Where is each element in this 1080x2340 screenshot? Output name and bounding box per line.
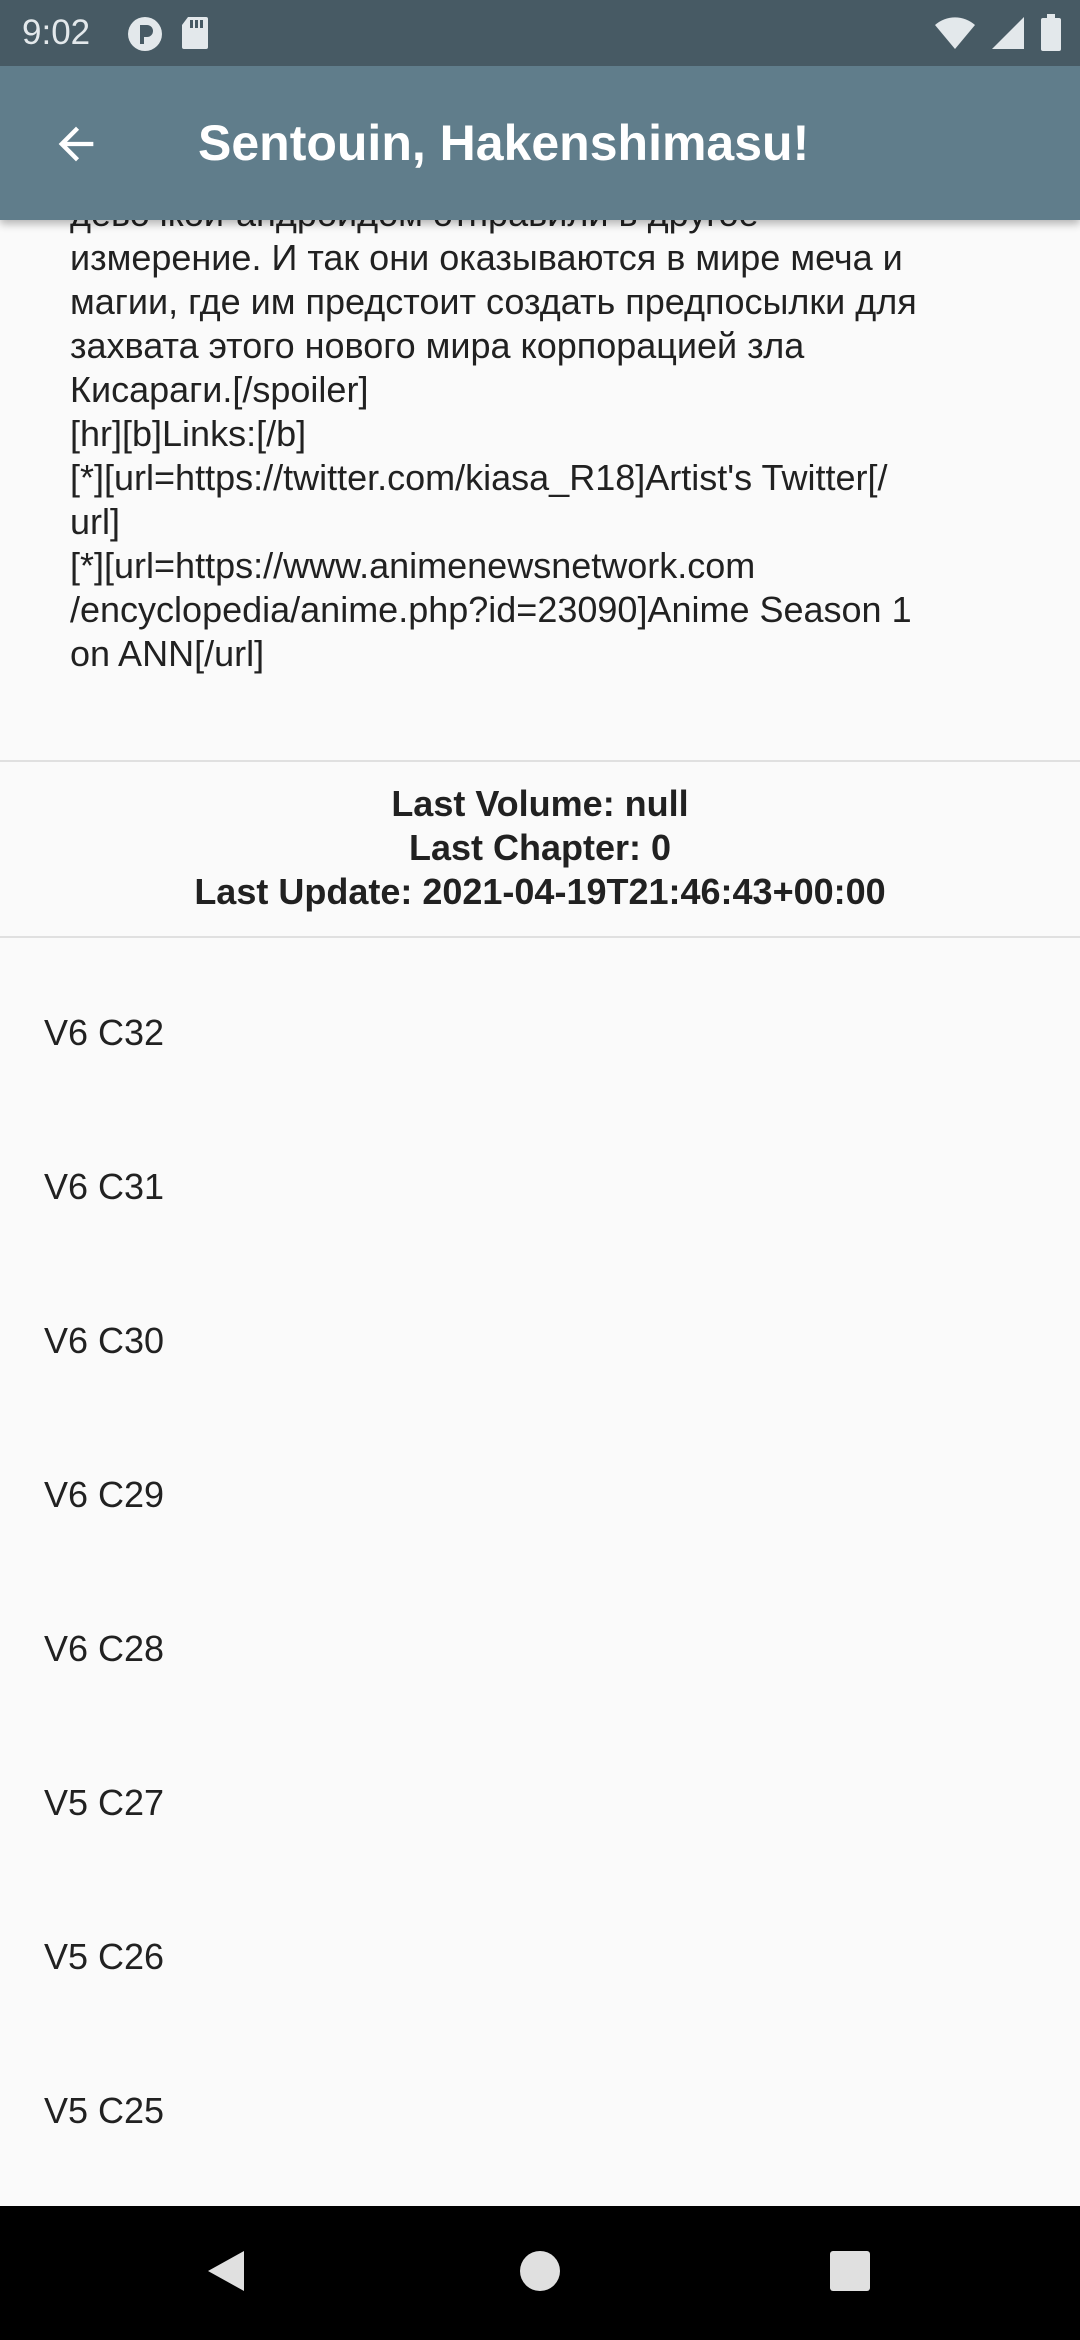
chapter-label: V6 C30: [44, 1320, 165, 1361]
chapter-item[interactable]: V6 C30: [0, 1264, 1080, 1418]
battery-icon: [1040, 14, 1062, 57]
chapter-label: V6 C32: [44, 1012, 165, 1053]
back-triangle-icon: [204, 2248, 248, 2299]
chapter-label: V5 C26: [44, 1936, 165, 1977]
chapter-item[interactable]: V6 C32: [0, 956, 1080, 1110]
last-volume: Last Volume: null: [391, 783, 689, 824]
chapter-item[interactable]: V6 C31: [0, 1110, 1080, 1264]
chapter-item[interactable]: V6 C28: [0, 1572, 1080, 1726]
manga-description: девочкой-андроидом отправили в другое из…: [70, 220, 917, 674]
recents-square-icon: [829, 2250, 871, 2297]
chapter-label: V5 C25: [44, 2090, 165, 2131]
status-bar: 9:02: [0, 0, 1080, 66]
nav-recents-button[interactable]: [820, 2243, 880, 2303]
divider-top: [0, 760, 1080, 762]
system-nav-bar: [0, 2206, 1080, 2340]
back-button[interactable]: [40, 110, 112, 182]
chapter-item[interactable]: V5 C25: [0, 2034, 1080, 2188]
chapter-label: V5 C27: [44, 1782, 165, 1823]
manga-info: Last Volume: null Last Chapter: 0 Last U…: [0, 782, 1080, 914]
status-left-icons: [126, 15, 210, 58]
chapter-label: V6 C28: [44, 1628, 165, 1669]
page-title: Sentouin, Hakenshimasu!: [198, 115, 810, 171]
arrow-back-icon: [50, 118, 102, 175]
manga-detail-content[interactable]: девочкой-андроидом отправили в другое из…: [0, 220, 1080, 2206]
notification-p-icon: [126, 15, 164, 58]
chapter-label: V6 C31: [44, 1166, 165, 1207]
last-chapter: Last Chapter: 0: [408, 827, 672, 868]
wifi-icon: [934, 15, 976, 56]
chapter-item[interactable]: V6 C29: [0, 1418, 1080, 1572]
status-time: 9:02: [22, 13, 91, 52]
status-right-icons: [934, 14, 1062, 57]
home-circle-icon: [518, 2249, 562, 2298]
nav-home-button[interactable]: [510, 2243, 570, 2303]
chapter-list: V6 C32 V6 C31 V6 C30 V6 C29 V6 C28 V5 C2…: [0, 956, 1080, 2188]
divider-bottom: [0, 936, 1080, 938]
chapter-item[interactable]: V5 C27: [0, 1726, 1080, 1880]
chapter-label: V6 C29: [44, 1474, 165, 1515]
cell-signal-icon: [990, 15, 1026, 56]
nav-back-button[interactable]: [196, 2243, 256, 2303]
app-bar: Sentouin, Hakenshimasu!: [0, 66, 1080, 220]
last-update: Last Update: 2021-04-19T21:46:43+00:00: [194, 871, 886, 912]
chapter-item[interactable]: V5 C26: [0, 1880, 1080, 2034]
sd-card-icon: [180, 15, 210, 58]
